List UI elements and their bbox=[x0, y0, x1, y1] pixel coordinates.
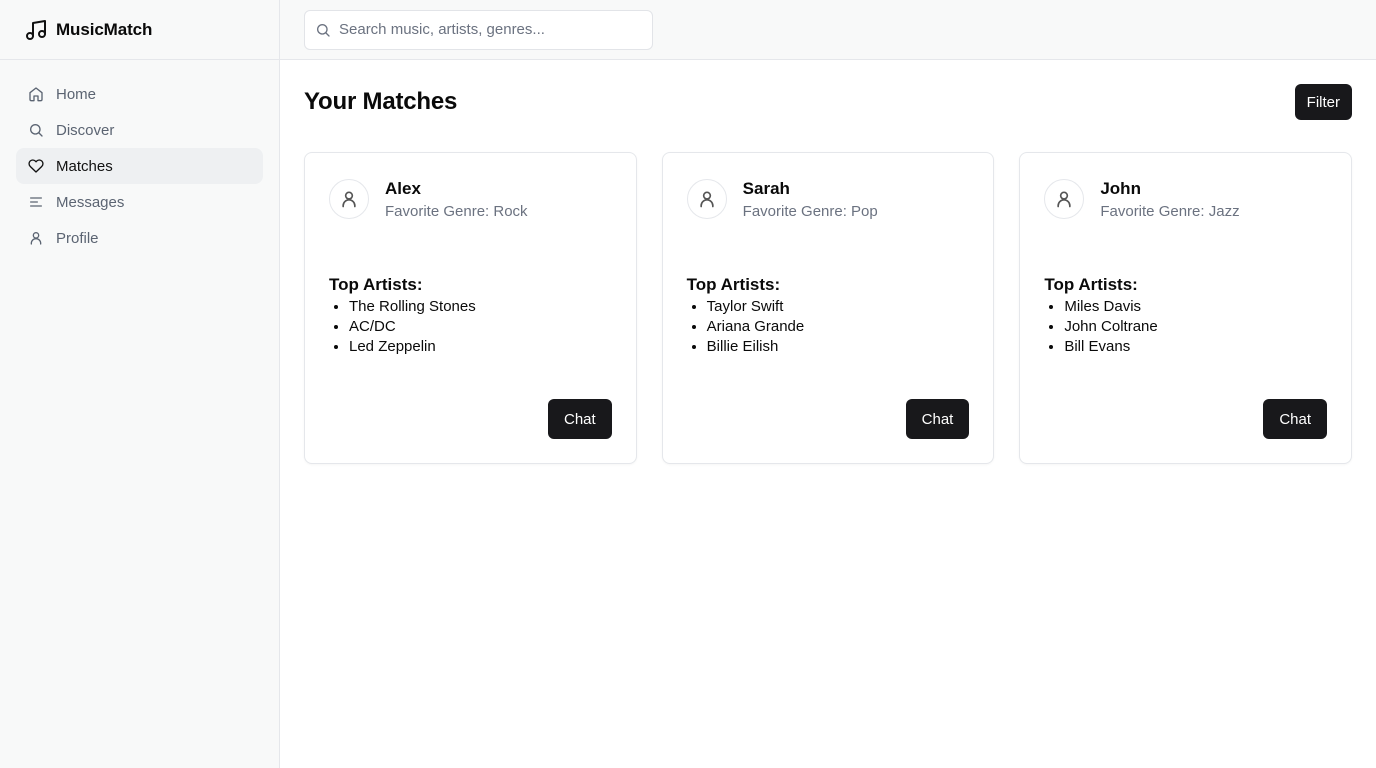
search-icon bbox=[315, 22, 331, 38]
match-name: Alex bbox=[385, 179, 421, 198]
user-icon bbox=[28, 230, 44, 246]
card-header: John Favorite Genre: Jazz bbox=[1044, 177, 1327, 223]
list-item: Led Zeppelin bbox=[349, 337, 612, 357]
avatar bbox=[686, 179, 727, 219]
music-note-icon bbox=[26, 19, 46, 40]
chat-button[interactable]: Chat bbox=[1263, 399, 1328, 439]
chat-button[interactable]: Chat bbox=[905, 399, 970, 439]
main-area: Your Matches Filter Alex Favorite Genre:… bbox=[280, 0, 1376, 768]
sidebar-item-label: Matches bbox=[56, 157, 113, 175]
list-item: John Coltrane bbox=[1064, 317, 1327, 337]
list-item: Ariana Grande bbox=[707, 317, 970, 337]
avatar bbox=[329, 179, 369, 219]
match-card: John Favorite Genre: Jazz Top Artists: M… bbox=[1019, 152, 1353, 464]
list-item: Bill Evans bbox=[1064, 337, 1327, 357]
lines-icon bbox=[28, 194, 44, 210]
sidebar-item-label: Messages bbox=[56, 193, 125, 211]
match-cards: Alex Favorite Genre: Rock Top Artists: T… bbox=[304, 152, 1353, 464]
top-artists-heading: Top Artists: bbox=[686, 275, 781, 294]
avatar bbox=[1044, 179, 1085, 219]
chat-button[interactable]: Chat bbox=[547, 399, 612, 439]
sidebar-item-label: Profile bbox=[56, 229, 99, 247]
heart-icon bbox=[28, 158, 44, 174]
sidebar-item-label: Discover bbox=[56, 121, 115, 139]
search-icon bbox=[28, 122, 44, 138]
brand-name: MusicMatch bbox=[56, 19, 153, 39]
match-genre: Favorite Genre: Pop bbox=[742, 203, 878, 220]
match-card: Sarah Favorite Genre: Pop Top Artists: T… bbox=[661, 152, 995, 464]
brand[interactable]: MusicMatch bbox=[0, 0, 279, 60]
list-item: Taylor Swift bbox=[707, 297, 970, 317]
sidebar-item-label: Home bbox=[56, 85, 97, 103]
list-item: The Rolling Stones bbox=[349, 297, 612, 317]
list-item: Billie Eilish bbox=[707, 337, 970, 357]
topbar bbox=[280, 0, 1376, 60]
top-artists-list: Miles Davis John Coltrane Bill Evans bbox=[1044, 297, 1327, 357]
search-box[interactable] bbox=[304, 9, 653, 50]
matches-content: Your Matches Filter Alex Favorite Genre:… bbox=[280, 60, 1376, 488]
sidebar-item-matches[interactable]: Matches bbox=[16, 148, 263, 184]
list-item: AC/DC bbox=[349, 317, 612, 337]
match-genre: Favorite Genre: Rock bbox=[385, 203, 528, 220]
top-artists-list: The Rolling Stones AC/DC Led Zeppelin bbox=[329, 297, 612, 357]
filter-button[interactable]: Filter bbox=[1294, 84, 1352, 120]
top-artists-heading: Top Artists: bbox=[1044, 275, 1138, 294]
card-header: Alex Favorite Genre: Rock bbox=[329, 177, 612, 223]
page-header: Your Matches Filter bbox=[304, 84, 1352, 120]
match-genre: Favorite Genre: Jazz bbox=[1100, 203, 1240, 220]
match-name: John bbox=[1100, 179, 1141, 198]
sidebar-item-messages[interactable]: Messages bbox=[16, 184, 263, 220]
match-name: Sarah bbox=[742, 179, 790, 198]
home-icon bbox=[28, 86, 44, 102]
user-icon bbox=[1057, 191, 1072, 208]
page-title: Your Matches bbox=[304, 88, 458, 115]
sidebar: MusicMatch Home Discover Matches Message… bbox=[0, 0, 280, 768]
list-item: Miles Davis bbox=[1064, 297, 1327, 317]
top-artists-list: Taylor Swift Ariana Grande Billie Eilish bbox=[687, 297, 970, 357]
user-icon bbox=[700, 191, 714, 208]
user-icon bbox=[342, 191, 356, 208]
sidebar-item-home[interactable]: Home bbox=[16, 76, 263, 112]
card-header: Sarah Favorite Genre: Pop bbox=[686, 177, 970, 223]
sidebar-item-profile[interactable]: Profile bbox=[16, 220, 263, 256]
search-input[interactable] bbox=[339, 21, 629, 38]
match-card: Alex Favorite Genre: Rock Top Artists: T… bbox=[304, 152, 637, 464]
sidebar-nav: Home Discover Matches Messages Profile bbox=[0, 60, 279, 272]
app-root: MusicMatch Home Discover Matches Message… bbox=[0, 0, 1376, 768]
top-artists-heading: Top Artists: bbox=[329, 275, 423, 294]
sidebar-item-discover[interactable]: Discover bbox=[16, 112, 263, 148]
